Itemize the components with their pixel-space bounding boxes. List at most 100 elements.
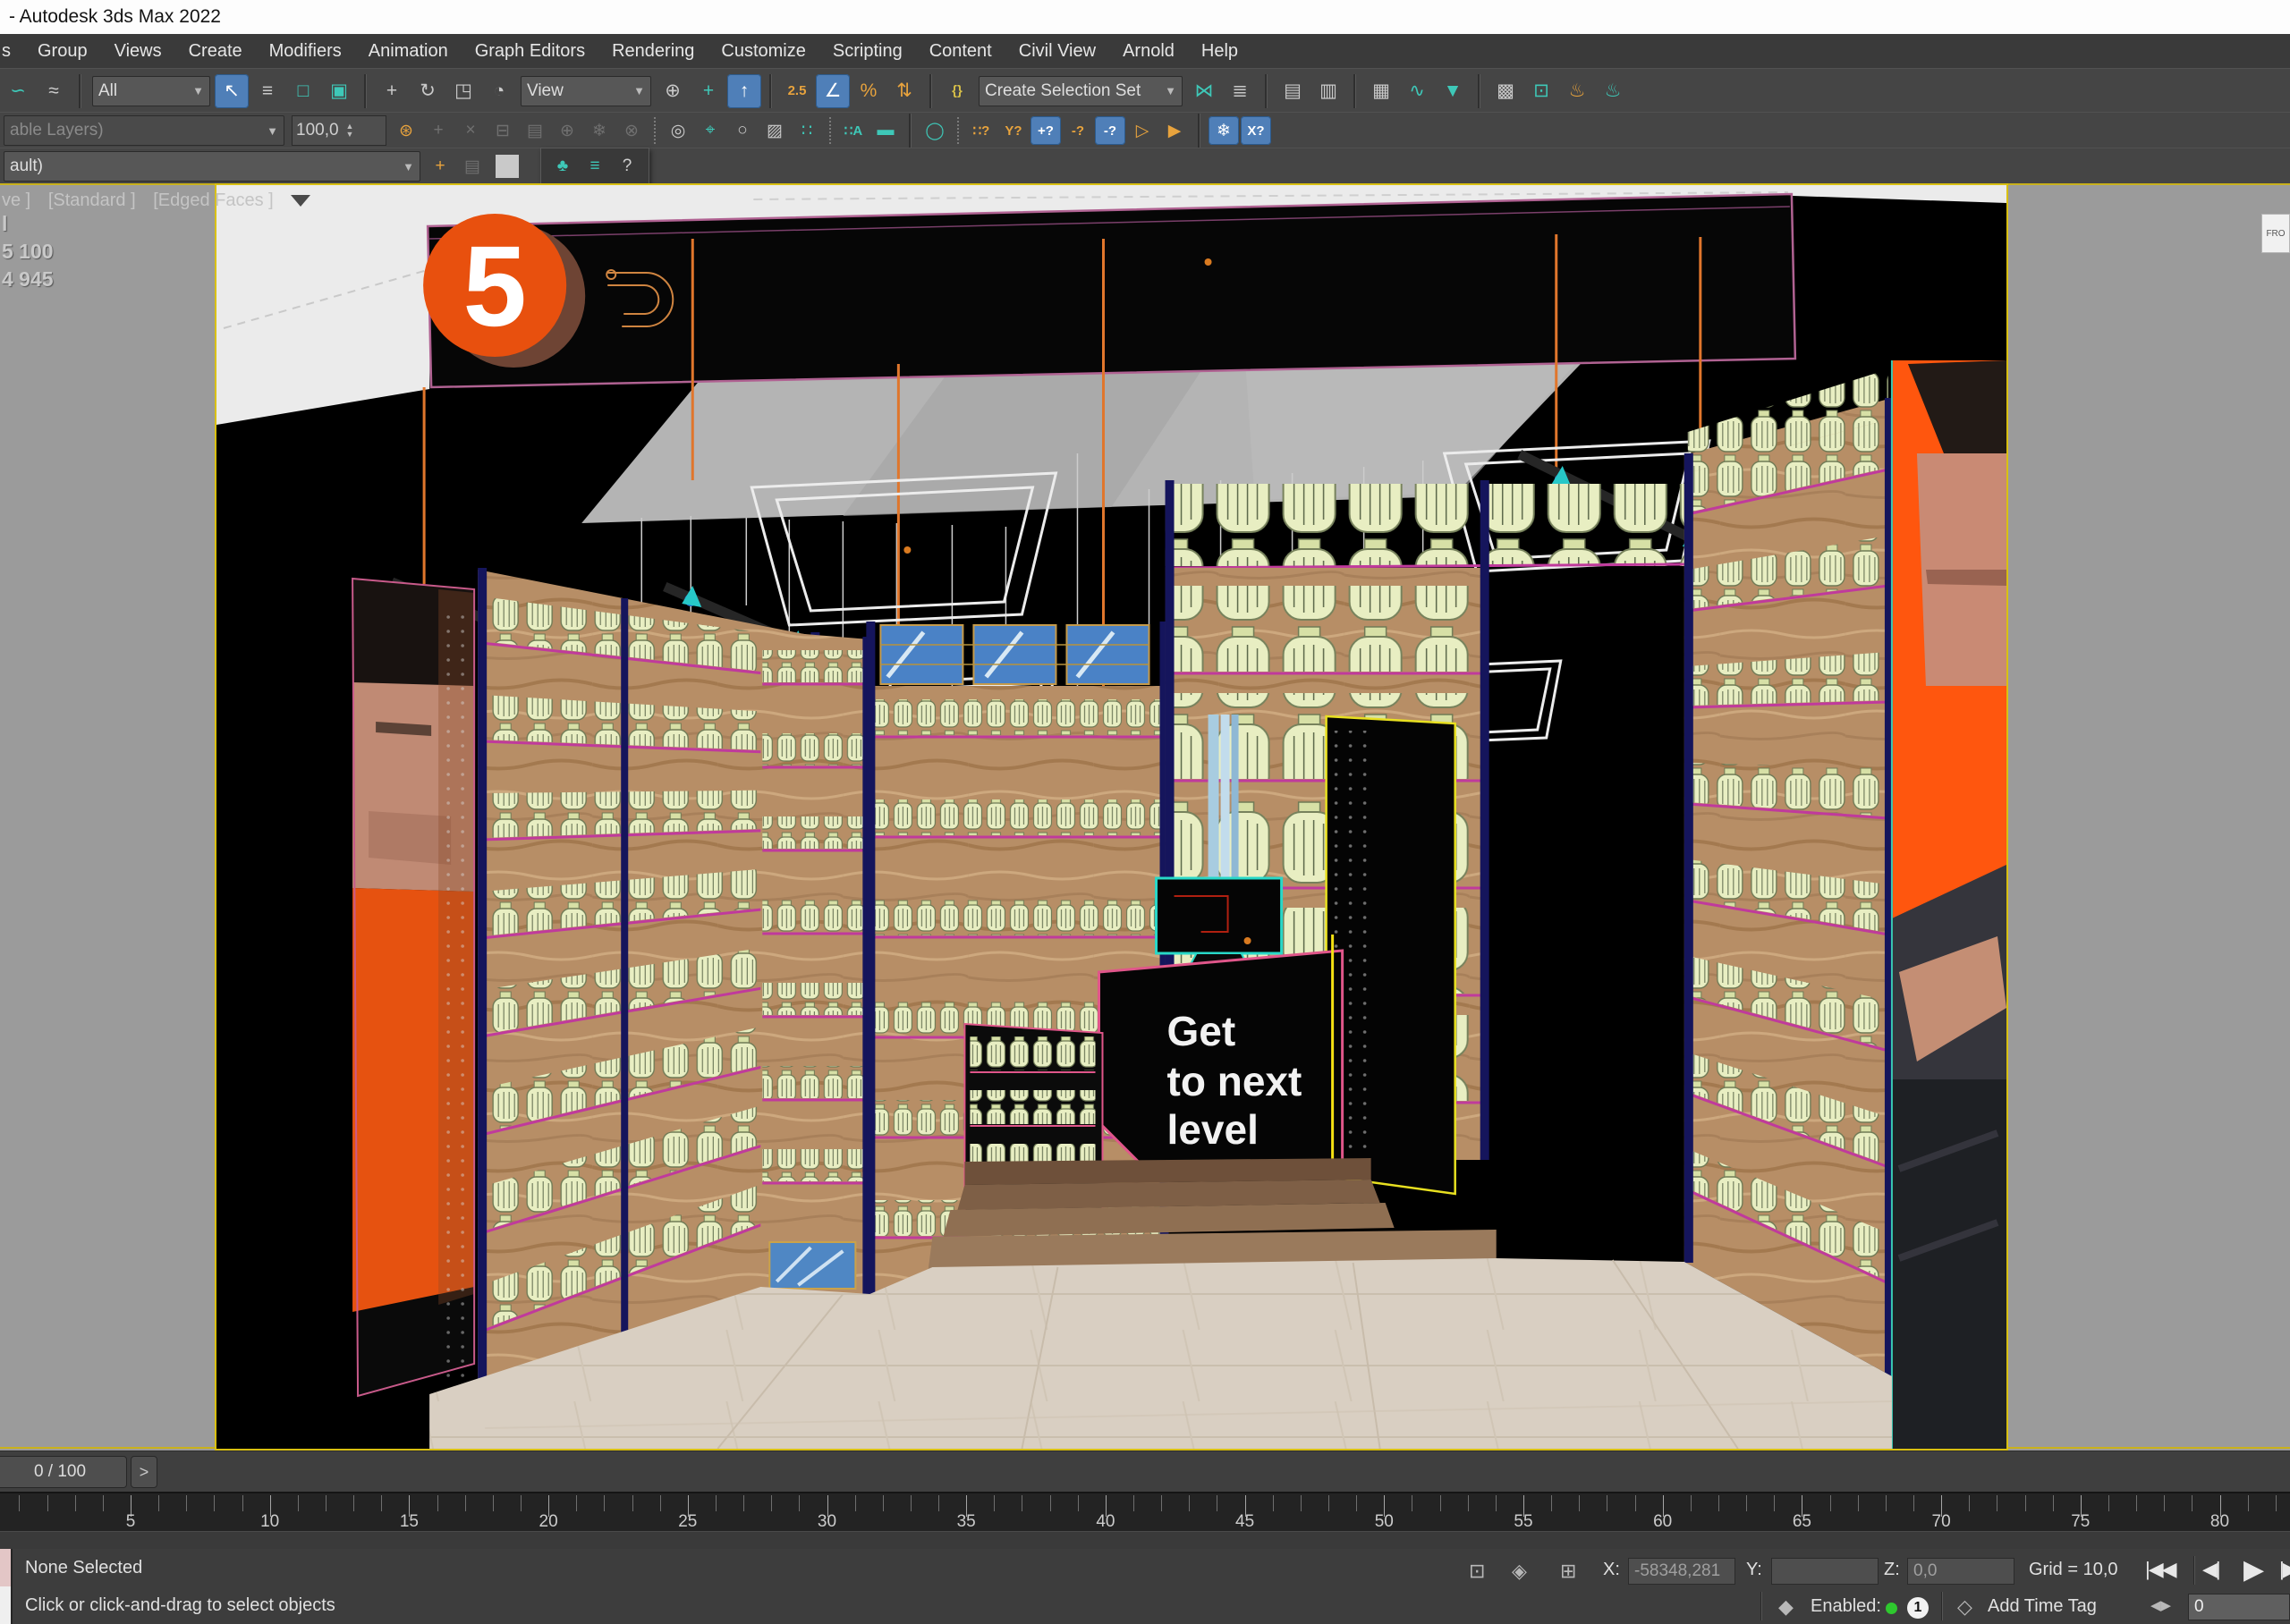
menu-item-create[interactable]: Create bbox=[189, 41, 242, 62]
toggle-layer-explorer-button[interactable]: ▥ bbox=[1311, 74, 1345, 108]
align-button[interactable]: ≣ bbox=[1223, 74, 1257, 108]
select-by-name-button[interactable]: ≡ bbox=[250, 74, 284, 108]
set-current-layer-to-selection-button[interactable]: ⊕ bbox=[552, 116, 582, 145]
snap-midpoint-button[interactable]: -? bbox=[1063, 116, 1093, 145]
texture-checker-button[interactable]: ▨ bbox=[759, 116, 790, 145]
add-selection-to-current-layer-button[interactable]: ⊟ bbox=[488, 116, 518, 145]
menu-item-customize[interactable]: Customize bbox=[721, 41, 805, 62]
isolate-selection-toggle-button[interactable]: ◎ bbox=[663, 116, 693, 145]
timeline-ruler[interactable]: 5101520253035404550556065707580 bbox=[0, 1492, 2290, 1533]
frame-spinner[interactable]: ◀▶ bbox=[2150, 1597, 2171, 1613]
menu-item-scripting[interactable]: Scripting bbox=[833, 41, 903, 62]
time-slider-bar[interactable]: 0 / 100 > bbox=[0, 1451, 2290, 1493]
use-pivot-point-center-button[interactable]: ⊕ bbox=[656, 74, 690, 108]
keyboard-shortcut-override-button[interactable]: ↑ bbox=[727, 74, 761, 108]
select-and-move-button[interactable]: + bbox=[375, 74, 409, 108]
current-frame-field[interactable]: 0 bbox=[2188, 1594, 2290, 1620]
select-and-scale-button[interactable]: ◳ bbox=[446, 74, 480, 108]
snap-edge-button[interactable]: -? bbox=[1095, 116, 1125, 145]
snap-pivot-button[interactable]: Y? bbox=[998, 116, 1029, 145]
selection-region-icon[interactable]: ⊡ bbox=[1469, 1560, 1485, 1583]
schematic-view-button[interactable]: ∿ bbox=[1400, 74, 1434, 108]
snap-axis-constraint-toggle-button[interactable]: X? bbox=[1241, 116, 1271, 145]
curve-editor-button[interactable]: ▦ bbox=[1364, 74, 1398, 108]
measure-distance-button[interactable]: ▬ bbox=[870, 116, 901, 145]
menu-item-rendering[interactable]: Rendering bbox=[612, 41, 694, 62]
mirror-button[interactable]: ⋈ bbox=[1187, 74, 1221, 108]
render-production-teapot-button[interactable]: ♨ bbox=[1560, 74, 1594, 108]
y-coordinate-field[interactable] bbox=[1771, 1558, 1879, 1585]
menu-item-civil-view[interactable]: Civil View bbox=[1019, 41, 1096, 62]
menu-item-s[interactable]: s bbox=[2, 41, 11, 62]
z-coordinate-field[interactable]: 0,0 bbox=[1907, 1558, 2014, 1585]
menu-item-group[interactable]: Group bbox=[38, 41, 88, 62]
x-coordinate-field[interactable]: -58348,281 bbox=[1628, 1558, 1735, 1585]
bind-to-space-warp-button[interactable]: ≈ bbox=[37, 74, 71, 108]
time-slider-handle[interactable]: 0 / 100 bbox=[0, 1456, 127, 1488]
menu-item-views[interactable]: Views bbox=[114, 41, 162, 62]
editable-layers-dropdown[interactable]: able Layers)▼ bbox=[4, 115, 284, 146]
filter-funnel-icon[interactable] bbox=[291, 195, 310, 207]
select-objects-in-layer-button[interactable]: ▤ bbox=[520, 116, 550, 145]
safe-frame-scene[interactable]: 5 bbox=[215, 183, 2008, 1451]
menu-item-arnold[interactable]: Arnold bbox=[1123, 41, 1175, 62]
viewport-shading-label[interactable]: [Standard ] bbox=[48, 190, 136, 210]
hide-layer-button[interactable]: ⊗ bbox=[616, 116, 647, 145]
placement-helper-button[interactable]: ⌖ bbox=[695, 116, 725, 145]
security-shield-icon[interactable]: ◆ bbox=[1778, 1595, 1794, 1619]
delete-layer-button[interactable]: × bbox=[455, 116, 486, 145]
select-and-rotate-button[interactable]: ↻ bbox=[411, 74, 445, 108]
menu-item-graph-editors[interactable]: Graph Editors bbox=[475, 41, 585, 62]
align-to-grid-button[interactable]: ∷A bbox=[838, 116, 869, 145]
next-frame-button[interactable]: |▶ bbox=[2279, 1558, 2290, 1581]
next-frame-nudge-button[interactable]: > bbox=[131, 1456, 157, 1488]
viewport[interactable]: 5 bbox=[0, 183, 2290, 1451]
soft-selection-toggle-button[interactable]: ◯ bbox=[920, 116, 950, 145]
angle-snap-toggle-button[interactable]: ∠ bbox=[816, 74, 850, 108]
layer-stack-button[interactable]: ▤ bbox=[457, 152, 488, 181]
material-editor-button[interactable]: ▼ bbox=[1436, 74, 1470, 108]
toggle-scene-explorer-button[interactable]: ▤ bbox=[1276, 74, 1310, 108]
snap-endpoint-button[interactable]: ▶ bbox=[1159, 116, 1190, 145]
track-bar[interactable] bbox=[0, 1531, 2290, 1551]
select-and-place-button[interactable]: ◔ bbox=[482, 74, 516, 108]
absolute-offset-mode-icon[interactable]: ⊞ bbox=[1560, 1560, 1576, 1583]
freeze-layer-button[interactable]: ❄ bbox=[584, 116, 615, 145]
viewcube-face-label[interactable]: FRO bbox=[2266, 229, 2285, 239]
snap-frozen-toggle-button[interactable]: ❄ bbox=[1209, 116, 1239, 145]
select-region-button[interactable]: □ bbox=[286, 74, 320, 108]
current-layer-dropdown[interactable]: ault)▼ bbox=[4, 151, 420, 182]
enabled-count-badge[interactable]: 1 bbox=[1907, 1597, 1929, 1619]
color-swatch[interactable] bbox=[496, 155, 519, 178]
snap-face-button[interactable]: ▷ bbox=[1127, 116, 1158, 145]
viewport-style-label[interactable]: [Edged Faces ] bbox=[153, 190, 274, 210]
reference-coordinate-system-dropdown[interactable]: View▼ bbox=[521, 76, 651, 106]
window-crossing-toggle-button[interactable]: ▣ bbox=[322, 74, 356, 108]
create-new-layer-button[interactable]: + bbox=[423, 116, 454, 145]
percent-spinner[interactable]: 100,0▲▼ bbox=[292, 115, 386, 146]
menu-item-content[interactable]: Content bbox=[929, 41, 992, 62]
add-time-tag-button[interactable]: Add Time Tag bbox=[1988, 1596, 2097, 1617]
select-object-button[interactable]: ↖ bbox=[215, 74, 249, 108]
menu-item-modifiers[interactable]: Modifiers bbox=[269, 41, 342, 62]
help-button[interactable]: ? bbox=[612, 152, 642, 181]
viewport-pov-label[interactable]: ve ] bbox=[2, 190, 30, 210]
manage-layers-button[interactable]: ⊛ bbox=[391, 116, 421, 145]
add-layer-button[interactable]: + bbox=[425, 152, 455, 181]
snaps-toggle-button[interactable]: 2.5 bbox=[780, 74, 814, 108]
array-tool-button[interactable]: ∷ bbox=[792, 116, 822, 145]
play-button[interactable]: ▶ bbox=[2243, 1554, 2262, 1586]
render-activeshade-teapot-button[interactable]: ♨ bbox=[1596, 74, 1630, 108]
viewcube[interactable]: FRO bbox=[2261, 214, 2290, 253]
percent-snap-toggle-button[interactable]: % bbox=[852, 74, 886, 108]
menu-item-help[interactable]: Help bbox=[1201, 41, 1238, 62]
named-selection-sets-dropdown[interactable]: Create Selection Set▼ bbox=[979, 76, 1183, 106]
selection-lock-icon[interactable]: ◈ bbox=[1512, 1560, 1527, 1583]
menu-item-animation[interactable]: Animation bbox=[369, 41, 448, 62]
viewport-label[interactable]: ve ] [Standard ] [Edged Faces ] bbox=[2, 190, 323, 211]
maxscript-mini-listener[interactable] bbox=[0, 1549, 13, 1624]
snap-vertex-button[interactable]: +? bbox=[1030, 116, 1061, 145]
forest-vegetation-tool-button[interactable]: ♣ bbox=[547, 152, 578, 181]
go-to-start-button[interactable]: |◀◀ bbox=[2145, 1558, 2176, 1581]
snap-grid-points-button[interactable]: ∷? bbox=[966, 116, 997, 145]
